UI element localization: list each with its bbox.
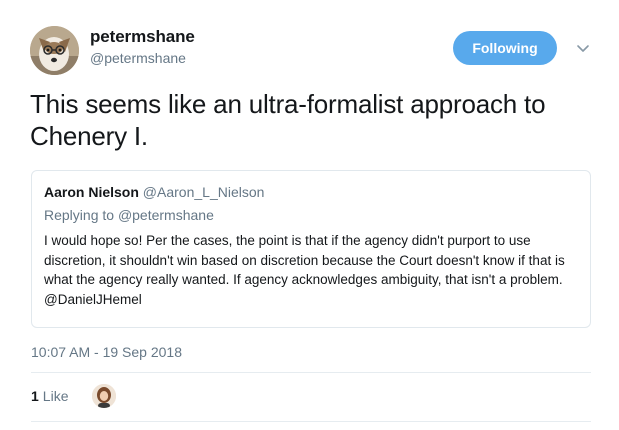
like-count: 1 [31,388,39,404]
replying-to-link[interactable]: @petermshane [118,207,214,223]
tweet-author: petermshane @petermshane [90,27,195,67]
tweet-timestamp[interactable]: 10:07 AM - 19 Sep 2018 [31,344,182,360]
divider [31,421,591,422]
replying-to-prefix: Replying to [44,207,118,223]
author-avatar[interactable] [30,26,79,75]
author-handle[interactable]: @petermshane [90,49,195,67]
quoted-tweet[interactable]: Aaron Nielson @Aaron_L_Nielson Replying … [31,170,591,328]
like-stats[interactable]: 1 Like [31,388,68,404]
quoted-tweet-header: Aaron Nielson @Aaron_L_Nielson [44,183,578,201]
like-label: Like [42,388,69,404]
author-name[interactable]: petermshane [90,27,195,47]
quoted-tweet-text: I would hope so! Per the cases, the poin… [44,233,565,307]
replying-to: Replying to @petermshane [44,206,578,224]
quoted-author-handle[interactable]: @Aaron_L_Nielson [143,184,265,200]
quoted-author-name[interactable]: Aaron Nielson [44,184,139,200]
tweet-text: This seems like an ultra-formalist appro… [30,89,546,151]
following-button[interactable]: Following [453,31,557,65]
liker-avatar[interactable] [92,384,116,408]
chevron-down-icon[interactable] [575,40,591,56]
divider [31,372,591,373]
